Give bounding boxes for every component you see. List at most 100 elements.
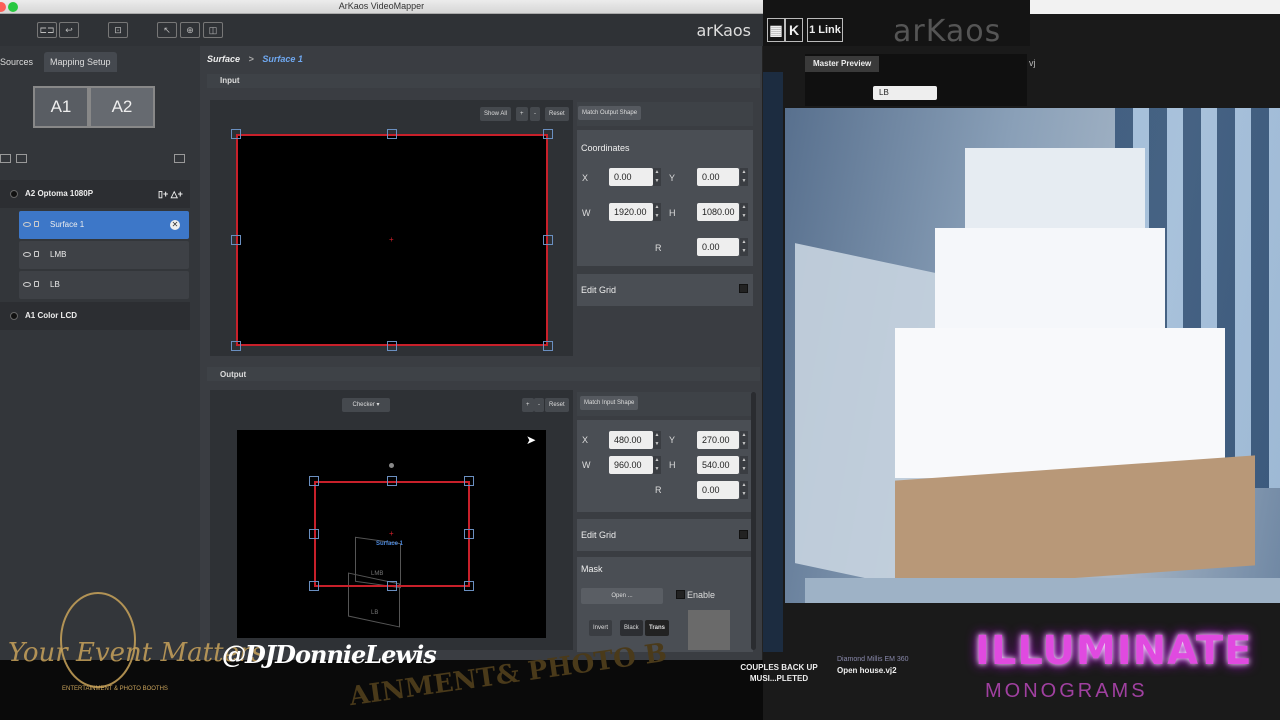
edge-handle[interactable]	[231, 235, 241, 245]
output-section-header	[207, 367, 760, 381]
input-x-field[interactable]: 0.00	[609, 168, 653, 186]
input-y-field[interactable]: 0.00	[697, 168, 739, 186]
match-input-shape-button[interactable]: Match Input Shape	[580, 396, 639, 410]
output-zoom-out-button[interactable]: -	[534, 398, 544, 412]
edge-handle[interactable]	[464, 529, 474, 539]
surface-row-surface-1[interactable]: Surface 1 ✕	[19, 211, 189, 239]
w-stepper[interactable]: ▲ ▼	[653, 203, 661, 221]
k-button[interactable]: K	[785, 18, 803, 42]
corner-handle[interactable]	[464, 581, 474, 591]
x-stepper[interactable]: ▲ ▼	[653, 431, 661, 449]
link-icon[interactable]: ⊏⊐	[37, 22, 57, 38]
output-edit-grid-checkbox[interactable]	[739, 530, 748, 539]
edge-handle[interactable]	[309, 529, 319, 539]
breadcrumb-root[interactable]: Surface	[207, 54, 240, 64]
eye-icon[interactable]	[23, 282, 31, 287]
lock-icon[interactable]	[34, 221, 39, 227]
output-w-field[interactable]: 960.00	[609, 456, 653, 474]
screen-a1-button[interactable]: A1	[33, 86, 89, 128]
edit-tool-icon[interactable]: ◫	[203, 22, 223, 38]
lock-icon[interactable]	[34, 251, 39, 257]
scrollbar[interactable]	[751, 392, 756, 650]
tab-sources[interactable]: Sources	[0, 52, 39, 72]
edge-handle[interactable]	[387, 581, 397, 591]
surface-1-label: Surface 1	[376, 541, 404, 547]
surface-label: Surface 1	[50, 220, 85, 229]
corner-handle[interactable]	[231, 341, 241, 351]
link-button[interactable]: 1 Link	[807, 18, 843, 42]
rotate-handle[interactable]	[389, 463, 394, 468]
edit-grid-checkbox[interactable]	[739, 284, 748, 293]
checker-label: Checker	[352, 402, 375, 408]
lock-icon[interactable]	[34, 281, 39, 287]
mask-title: Mask	[581, 564, 603, 574]
corner-handle[interactable]	[543, 341, 553, 351]
mask-invert-button[interactable]: Invert	[589, 620, 613, 636]
output-center-marker: +	[389, 529, 394, 538]
master-preview-header: Master Preview LB	[805, 54, 1027, 106]
corner-handle[interactable]	[543, 129, 553, 139]
select-tool-icon[interactable]: ↖	[157, 22, 177, 38]
output-y-field[interactable]: 270.00	[697, 431, 739, 449]
preview-select[interactable]: LB	[873, 86, 937, 100]
surface-row-lmb[interactable]: LMB	[19, 241, 189, 269]
master-preview-tab[interactable]: Master Preview	[805, 56, 880, 72]
mask-open-button[interactable]: Open ...	[581, 588, 663, 604]
surface-row-lb[interactable]: LB	[19, 271, 189, 299]
edge-handle[interactable]	[387, 476, 397, 486]
add-surface-icon[interactable]	[174, 154, 185, 163]
mask-enable-checkbox[interactable]	[676, 590, 685, 599]
h-stepper[interactable]: ▲ ▼	[740, 456, 748, 474]
h-stepper[interactable]: ▲ ▼	[740, 203, 748, 221]
input-zoom-out-button[interactable]: -	[530, 107, 540, 121]
input-w-field[interactable]: 1920.00	[609, 203, 653, 221]
checker-dropdown[interactable]: Checker ▾	[342, 398, 390, 412]
x-stepper[interactable]: ▲ ▼	[653, 168, 661, 186]
input-reset-button[interactable]: Reset	[545, 107, 569, 121]
r-stepper[interactable]: ▲ ▼	[740, 238, 748, 256]
y-stepper[interactable]: ▲ ▼	[740, 431, 748, 449]
window-title: ArKaos VideoMapper	[338, 1, 425, 11]
device-row-a2[interactable]: A2 Optoma 1080P ▯+ △+	[0, 180, 190, 208]
mask-trans-button[interactable]: Trans	[645, 620, 670, 636]
layout-split-icon[interactable]	[16, 154, 27, 163]
layout-icon[interactable]	[0, 154, 11, 163]
show-all-button[interactable]: Show All	[480, 107, 512, 121]
device-row-a1[interactable]: A1 Color LCD	[0, 302, 190, 330]
input-zoom-in-button[interactable]: +	[516, 107, 528, 121]
clip-label-3[interactable]: Diamond Millis EM 360	[837, 656, 909, 663]
input-r-field[interactable]: 0.00	[697, 238, 739, 256]
corner-handle[interactable]	[464, 476, 474, 486]
w-stepper[interactable]: ▲ ▼	[653, 456, 661, 474]
match-output-shape-button[interactable]: Match Output Shape	[578, 106, 642, 120]
output-x-field[interactable]: 480.00	[609, 431, 653, 449]
screen-a2-button[interactable]: A2	[89, 86, 155, 128]
output-zoom-in-button[interactable]: +	[522, 398, 534, 412]
grid-icon[interactable]: ▦	[767, 18, 785, 42]
corner-handle[interactable]	[309, 476, 319, 486]
input-h-field[interactable]: 1080.00	[697, 203, 739, 221]
edge-handle[interactable]	[387, 341, 397, 351]
device-options-icon[interactable]: ▯+ △+	[158, 180, 183, 208]
r-stepper[interactable]: ▲ ▼	[740, 481, 748, 499]
corner-handle[interactable]	[231, 129, 241, 139]
mask-black-button[interactable]: Black	[620, 620, 643, 636]
clip-label-1[interactable]: COUPLES BACK UP MUSI...PLETED	[739, 662, 819, 684]
corner-handle[interactable]	[309, 581, 319, 591]
output-r-field[interactable]: 0.00	[697, 481, 739, 499]
output-h-field[interactable]: 540.00	[697, 456, 739, 474]
breadcrumb: Surface > Surface 1	[207, 54, 303, 64]
edge-handle[interactable]	[387, 129, 397, 139]
eye-icon[interactable]	[23, 222, 31, 227]
remove-surface-icon[interactable]: ✕	[170, 220, 180, 230]
undo-icon[interactable]: ↩	[59, 22, 79, 38]
x-label: X	[582, 173, 589, 183]
transform-tool-icon[interactable]: ⊕	[180, 22, 200, 38]
y-stepper[interactable]: ▲ ▼	[740, 168, 748, 186]
clip-label-2[interactable]: Open house.vj2	[837, 666, 897, 675]
edge-handle[interactable]	[543, 235, 553, 245]
fullscreen-icon[interactable]: ⊡	[108, 22, 128, 38]
eye-icon[interactable]	[23, 252, 31, 257]
output-reset-button[interactable]: Reset	[545, 398, 569, 412]
tab-mapping-setup[interactable]: Mapping Setup	[44, 52, 117, 72]
